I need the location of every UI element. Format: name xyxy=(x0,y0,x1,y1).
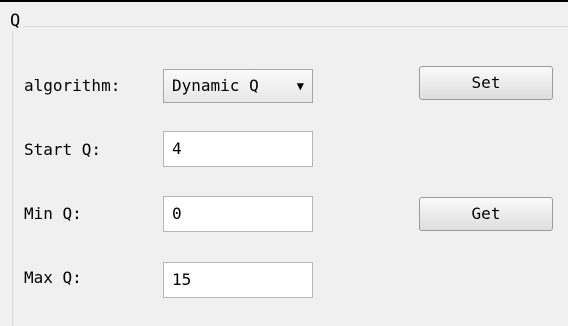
set-button[interactable]: Set xyxy=(419,66,553,100)
dropdown-arrow-icon: ▼ xyxy=(296,79,304,93)
groupbox-title: Q xyxy=(7,11,24,31)
start-q-label: Start Q: xyxy=(24,140,102,159)
max-q-input[interactable]: 15 xyxy=(163,262,313,298)
algorithm-dropdown[interactable]: Dynamic Q ▼ xyxy=(163,69,313,103)
max-q-label: Max Q: xyxy=(24,268,82,287)
algorithm-selected-value: Dynamic Q xyxy=(172,76,259,95)
algorithm-label: algorithm: xyxy=(24,76,121,95)
get-button[interactable]: Get xyxy=(419,197,553,231)
min-q-input[interactable]: 0 xyxy=(163,196,313,232)
start-q-input[interactable]: 4 xyxy=(163,131,313,167)
window-top-border xyxy=(0,0,568,2)
min-q-label: Min Q: xyxy=(24,204,82,223)
